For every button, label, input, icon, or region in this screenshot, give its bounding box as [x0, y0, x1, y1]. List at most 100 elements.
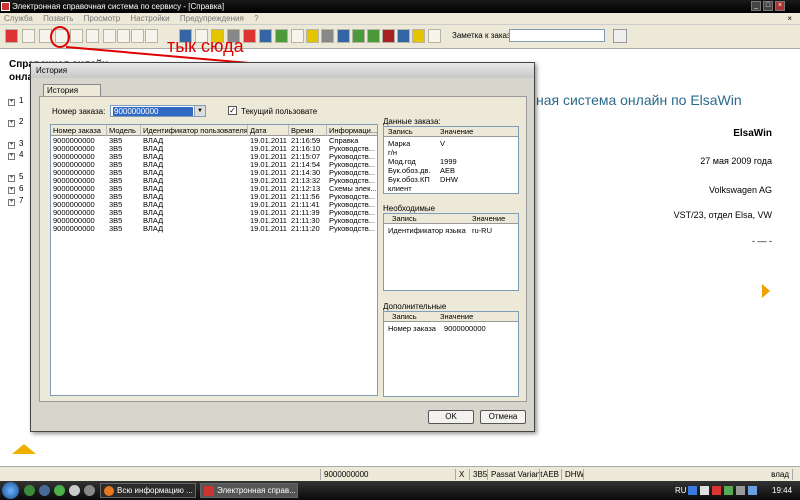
table-row[interactable]: 9000000000 3B5 ВЛАД 19.01.2011 21:11:30 Руков… — [51, 217, 377, 225]
tree-item[interactable]: +6 — [8, 184, 23, 194]
table-row[interactable]: 9000000000 3B5 ВЛАД 19.01.2011 21:11:41 Руков… — [51, 201, 377, 209]
tray-icon-1[interactable] — [688, 486, 697, 495]
scroll-up-arrow-icon[interactable] — [12, 444, 36, 454]
prev-page-icon[interactable] — [117, 29, 130, 43]
menu-view[interactable]: Просмотр — [80, 13, 125, 25]
list-item[interactable]: Мод.год 1999 — [384, 157, 518, 166]
table-cell: 9000000000 — [53, 177, 95, 185]
tree-item[interactable]: +1 — [8, 96, 23, 106]
toolbar-button-19[interactable] — [306, 29, 319, 43]
list-item[interactable]: г/н — [384, 148, 518, 157]
volume-icon[interactable] — [736, 486, 745, 495]
menu-help[interactable]: ? — [250, 13, 262, 25]
toolbar-button-5[interactable] — [70, 29, 83, 43]
current-user-checkbox[interactable]: ✓ — [228, 106, 237, 115]
toolbar-button-20[interactable] — [321, 29, 334, 43]
table-row[interactable]: 9000000000 3B5 ВЛАД 19.01.2011 21:13:32 Руков… — [51, 177, 377, 185]
menu-settings[interactable]: Настройки — [126, 13, 173, 25]
table-row[interactable]: 9000000000 3B5 ВЛАД 19.01.2011 21:11:56 Руков… — [51, 193, 377, 201]
menu-warnings[interactable]: Предупреждения — [176, 13, 248, 25]
clock[interactable]: 19:44 — [772, 486, 792, 495]
table-row[interactable]: 9000000000 3B5 ВЛАД 19.01.2011 21:12:13 Схемы… — [51, 185, 377, 193]
list-item[interactable]: Марка V — [384, 139, 518, 148]
toolbar-button-22[interactable] — [352, 29, 365, 43]
toolbar-button-2[interactable] — [22, 29, 35, 43]
toolbar-button-17[interactable] — [275, 29, 288, 43]
table-row[interactable]: 9000000000 3B5 ВЛАД 19.01.2011 21:14:30 Руков… — [51, 169, 377, 177]
additional-list[interactable]: Запись Значение Номер заказа 9000000000 — [383, 311, 519, 397]
toolbar-button-18[interactable] — [291, 29, 304, 43]
column-order-number[interactable]: Номер заказа — [51, 125, 107, 136]
tree-item[interactable]: +4 — [8, 150, 23, 160]
toolbar-button-6[interactable] — [86, 29, 99, 43]
next-page-icon[interactable] — [131, 29, 144, 43]
cancel-button[interactable]: Отмена — [480, 410, 526, 424]
tray-icon-2[interactable] — [700, 486, 709, 495]
minimize-button[interactable]: _ — [751, 1, 761, 11]
network-icon[interactable] — [748, 486, 757, 495]
document-date: 27 мая 2009 года — [700, 156, 772, 166]
quicklaunch-icon-1[interactable] — [24, 485, 35, 496]
table-cell: Руководств... — [329, 153, 375, 161]
document-dash: - — - — [752, 236, 772, 246]
quicklaunch-icon-4[interactable] — [69, 485, 80, 496]
toolbar-button-26[interactable] — [412, 29, 425, 43]
toolbar-button-24[interactable] — [382, 29, 395, 43]
tree-item[interactable]: +3 — [8, 139, 23, 149]
menu-service[interactable]: Служба — [0, 13, 37, 25]
window-close-button[interactable]: × — [775, 1, 785, 11]
toolbar-button-16[interactable] — [259, 29, 272, 43]
table-row[interactable]: 9000000000 3B5 ВЛАД 19.01.2011 21:11:39 Руков… — [51, 209, 377, 217]
column-time[interactable]: Время — [289, 125, 327, 136]
list-item[interactable]: Номер заказа 9000000000 — [384, 324, 518, 333]
menu-call[interactable]: Позвить — [39, 13, 77, 25]
first-page-icon[interactable] — [103, 29, 116, 43]
toolbar-button-21[interactable] — [337, 29, 350, 43]
tree-item[interactable]: +7 — [8, 196, 23, 206]
table-cell: 19.01.2011 — [250, 193, 287, 201]
toolbar-button-25[interactable] — [397, 29, 410, 43]
history-list[interactable]: Номер заказа Модель Идентификатор пользо… — [50, 124, 378, 396]
required-list[interactable]: Запись Значение Идентификатор языка ru-RU — [383, 213, 519, 291]
list-item[interactable]: Идентификатор языка ru-RU — [384, 226, 518, 235]
last-page-icon[interactable] — [145, 29, 158, 43]
table-row[interactable]: 9000000000 3B5 ВЛАД 19.01.2011 21:14:54 Руков… — [51, 161, 377, 169]
list-item[interactable]: клиент — [384, 184, 518, 193]
maximize-button[interactable]: □ — [763, 1, 773, 11]
quicklaunch-icon-5[interactable] — [84, 485, 95, 496]
document-close-icon[interactable]: × — [783, 13, 796, 25]
order-number-select[interactable]: 9000000000 ▼ — [110, 105, 206, 117]
table-cell: 19.01.2011 — [250, 209, 287, 217]
column-info[interactable]: Информаци... — [327, 125, 377, 136]
table-row[interactable]: 9000000000 3B5 ВЛАД 19.01.2011 21:15:07 Руков… — [51, 153, 377, 161]
sync-icon[interactable] — [243, 29, 256, 43]
column-date[interactable]: Дата — [248, 125, 289, 136]
table-row[interactable]: 9000000000 3B5 ВЛАД 19.01.2011 21:16:10 Руков… — [51, 145, 377, 153]
status-order: 9000000000 — [320, 469, 450, 480]
column-model[interactable]: Модель — [107, 125, 141, 136]
tray-icon-3[interactable] — [712, 486, 721, 495]
table-row[interactable]: 9000000000 3B5 ВЛАД 19.01.2011 21:11:20 Руков… — [51, 225, 377, 233]
icq-icon[interactable] — [54, 485, 65, 496]
tree-item[interactable]: +2 — [8, 117, 23, 127]
taskbar-item-elsawin[interactable]: Электронная справ... — [200, 483, 298, 498]
column-user-id[interactable]: Идентификатор пользователя — [141, 125, 248, 136]
start-button[interactable] — [2, 482, 19, 499]
toolbar-button-27[interactable] — [428, 29, 441, 43]
table-row[interactable]: 9000000000 3B5 ВЛАД 19.01.2011 21:16:59 Справ… — [51, 137, 377, 145]
toolbar-button-23[interactable] — [367, 29, 380, 43]
tree-item[interactable]: +5 — [8, 172, 23, 182]
order-note-input[interactable] — [509, 29, 605, 42]
next-page-arrow-icon[interactable] — [762, 284, 770, 298]
ok-button[interactable]: OK — [428, 410, 474, 424]
list-item[interactable]: Бук.обоз.дв. AEB — [384, 166, 518, 175]
toolbar-button-1[interactable] — [5, 29, 18, 43]
order-note-button[interactable] — [613, 29, 627, 43]
tray-icon-4[interactable] — [724, 486, 733, 495]
quicklaunch-icon-2[interactable] — [39, 485, 50, 496]
order-data-list[interactable]: Запись Значение Марка Vг/н Мод.год 1999 Бук.… — [383, 126, 519, 194]
taskbar-item-browser[interactable]: Всю информацию ... — [100, 483, 196, 498]
chevron-down-icon[interactable]: ▼ — [194, 106, 205, 116]
language-indicator[interactable]: RU — [675, 486, 687, 495]
list-item[interactable]: Бук.обоз.КП DHW — [384, 175, 518, 184]
